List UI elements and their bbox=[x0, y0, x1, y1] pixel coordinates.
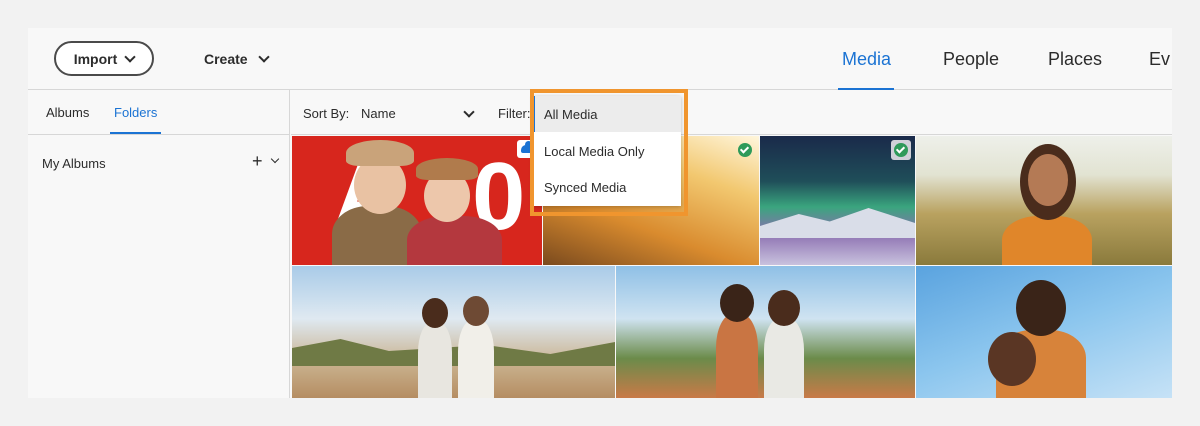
person-figure bbox=[418, 322, 452, 398]
person-figure bbox=[346, 140, 414, 166]
person-figure bbox=[720, 284, 754, 322]
tab-albums[interactable]: Albums bbox=[46, 105, 89, 120]
my-albums-heading: My Albums bbox=[42, 156, 106, 171]
person-figure bbox=[1016, 280, 1066, 336]
tab-places[interactable]: Places bbox=[1048, 28, 1149, 90]
create-button[interactable]: Create bbox=[204, 49, 270, 69]
person-figure bbox=[768, 290, 800, 326]
filter-option-all-media[interactable]: All Media bbox=[533, 96, 681, 132]
create-button-label: Create bbox=[204, 51, 248, 67]
check-icon bbox=[894, 143, 908, 157]
check-icon bbox=[738, 143, 752, 157]
filter-dropdown-menu: All Media Local Media Only Synced Media bbox=[533, 96, 681, 206]
sort-by-label: Sort By: bbox=[303, 106, 350, 121]
media-thumbnail[interactable]: A 0 bbox=[292, 136, 542, 265]
add-album-icon[interactable]: + bbox=[252, 152, 263, 170]
person-figure bbox=[463, 296, 489, 326]
sidebar-tabs: Albums Folders bbox=[28, 90, 289, 135]
chevron-down-icon bbox=[257, 51, 270, 63]
chevron-down-icon bbox=[124, 50, 136, 63]
mountain-graphic bbox=[760, 208, 915, 238]
person-figure bbox=[416, 158, 478, 180]
person-figure bbox=[1002, 216, 1092, 265]
import-button-label: Import bbox=[73, 50, 118, 67]
media-thumbnail[interactable] bbox=[292, 266, 615, 398]
person-figure bbox=[1028, 154, 1068, 206]
grid-toolbar: Sort By: Name Filter: bbox=[291, 90, 1172, 135]
top-bar: Import Create Media People Places Ev bbox=[28, 28, 1172, 91]
tab-events[interactable]: Ev bbox=[1149, 28, 1170, 90]
synced-badge bbox=[891, 140, 911, 160]
media-thumbnail[interactable] bbox=[916, 266, 1172, 398]
bushes-graphic bbox=[292, 339, 615, 366]
tab-folders[interactable]: Folders bbox=[109, 105, 162, 134]
import-button[interactable]: Import bbox=[54, 41, 154, 76]
tab-media[interactable]: Media bbox=[838, 28, 943, 91]
photo-app-window: Import Create Media People Places Ev Alb… bbox=[28, 28, 1172, 398]
person-figure bbox=[407, 216, 502, 265]
sidebar: Albums Folders My Albums + bbox=[28, 90, 290, 398]
media-thumbnail[interactable] bbox=[916, 136, 1172, 265]
synced-badge bbox=[735, 140, 755, 160]
view-tabs: Media People Places Ev bbox=[838, 28, 1170, 91]
person-figure bbox=[716, 314, 758, 398]
media-grid: A 0 bbox=[291, 135, 1172, 398]
media-thumbnail[interactable] bbox=[760, 136, 915, 265]
filter-option-local-media-only[interactable]: Local Media Only bbox=[533, 133, 681, 169]
media-thumbnail[interactable] bbox=[616, 266, 915, 398]
sort-by-select[interactable]: Name bbox=[361, 106, 396, 121]
filter-option-synced-media[interactable]: Synced Media bbox=[533, 169, 681, 205]
person-figure bbox=[764, 318, 804, 398]
tab-people[interactable]: People bbox=[943, 28, 1048, 90]
person-figure bbox=[422, 298, 448, 328]
person-figure bbox=[458, 320, 494, 398]
filter-label: Filter: bbox=[498, 106, 531, 121]
person-figure bbox=[988, 332, 1036, 386]
chevron-down-icon[interactable] bbox=[463, 106, 475, 118]
chevron-down-icon[interactable] bbox=[270, 154, 280, 164]
